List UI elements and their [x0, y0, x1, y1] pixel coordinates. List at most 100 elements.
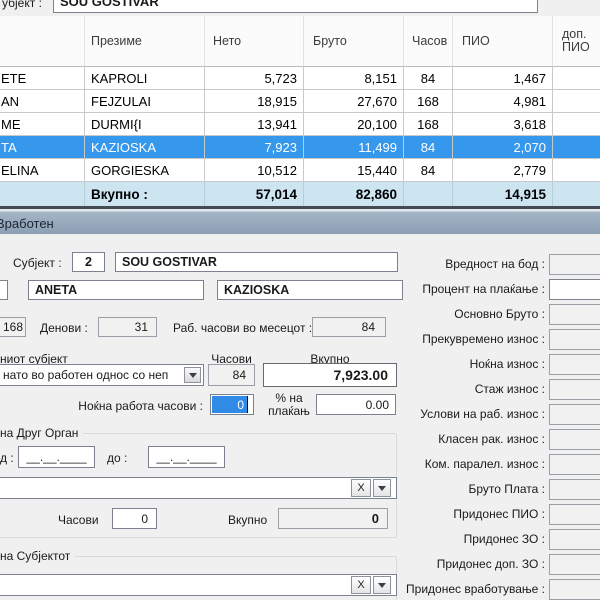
percent-pay-field[interactable]: 0.00 [316, 394, 396, 415]
right-field [549, 329, 600, 350]
right-label: Бруто Плата : [395, 482, 545, 496]
header-dop-pio[interactable]: доп. ПИО [553, 16, 600, 66]
header-hours[interactable]: Часов [404, 16, 453, 66]
cell-bruto: 20,100 [304, 113, 404, 135]
hours-168-field: 168 [0, 317, 26, 337]
table-row[interactable]: ME DURMI{I 13,941 20,100 168 3,618 [0, 113, 600, 136]
other-organ-group-title: на Друг Орган [0, 426, 83, 440]
cell-name: ETE [0, 67, 85, 89]
other-hours-input[interactable]: 0 [112, 508, 157, 529]
subject-label: Субјект : [13, 256, 62, 270]
work-relation-combobox[interactable]: нато во работен однос со неп [0, 364, 204, 386]
cell-pio: 4,981 [453, 90, 553, 112]
other-total-label: Вкупно [228, 513, 267, 527]
subject-name-field[interactable]: SOU GOSTIVAR [115, 252, 398, 272]
field-fragment [0, 280, 8, 300]
other-hours-label: Часови [58, 513, 99, 527]
right-field [549, 254, 600, 275]
date-to-input[interactable]: __.__.____ [148, 446, 225, 468]
right-field [549, 379, 600, 400]
cell-neto: 5,723 [205, 67, 304, 89]
total-bruto: 82,860 [304, 182, 404, 206]
dropdown-button[interactable] [373, 479, 391, 497]
days-label: Денови : [40, 321, 88, 335]
cell-dop-pio [553, 136, 600, 158]
date-from-input[interactable]: __.__.____ [18, 446, 95, 468]
table-row-selected[interactable]: TA KAZIOSKA 7,923 11,499 84 2,070 [0, 136, 600, 159]
cell-neto: 7,923 [205, 136, 304, 158]
payroll-app-window: убјект : SOU GOSTIVAR Презиме Нето Бруто… [0, 0, 600, 600]
cell-neto: 10,512 [205, 159, 304, 181]
percent-pay-label: % на плаќањ [262, 392, 316, 418]
right-label: Класен рак. износ : [395, 432, 545, 446]
right-field [549, 554, 600, 575]
table-row[interactable]: ETE KAPROLI 5,723 8,151 84 1,467 [0, 67, 600, 90]
cell-surname: FEJZULAI [85, 90, 205, 112]
table-header-row: Презиме Нето Бруто Часов ПИО доп. ПИО [0, 16, 600, 67]
subject-label-cropped: убјект : [2, 0, 42, 10]
last-name-field[interactable]: KAZIOSKA [217, 280, 403, 300]
cell-dop-pio [553, 113, 600, 135]
cell-hours: 84 [404, 67, 453, 89]
cell-hours: 168 [404, 113, 453, 135]
right-label: Услови на раб. износ : [395, 407, 545, 421]
chevron-down-icon[interactable] [184, 367, 201, 383]
header-pio[interactable]: ПИО [453, 16, 553, 66]
dropdown-button[interactable] [373, 576, 391, 594]
right-field [549, 504, 600, 525]
subject-combobox[interactable] [0, 574, 397, 596]
other-organ-combobox[interactable] [0, 477, 397, 499]
cell-bruto: 15,440 [304, 159, 404, 181]
cell-bruto: 27,670 [304, 90, 404, 112]
month-hours-field: 84 [312, 317, 386, 337]
right-field [549, 429, 600, 450]
right-field [549, 454, 600, 475]
right-field [549, 354, 600, 375]
table-row[interactable]: ELINA GORGIESKA 10,512 15,440 84 2,779 [0, 159, 600, 182]
header-bruto[interactable]: Бруто [304, 16, 404, 66]
total-dop-pio [553, 182, 600, 206]
right-label: Ноќна износ : [395, 357, 545, 371]
right-label: Придонес вработување : [395, 582, 545, 596]
days-field: 31 [98, 317, 157, 337]
cell-dop-pio [553, 159, 600, 181]
cell-pio: 1,467 [453, 67, 553, 89]
cell-surname: GORGIESKA [85, 159, 205, 181]
right-field [549, 579, 600, 600]
total-pio: 14,915 [453, 182, 553, 206]
right-label: Стаж износ : [395, 382, 545, 396]
cell-bruto: 11,499 [304, 136, 404, 158]
cell-dop-pio [553, 90, 600, 112]
percent-pay-label-line2: плаќањ [262, 405, 316, 418]
percent-pay-right-input[interactable] [549, 279, 600, 300]
subject-code-field[interactable]: 2 [72, 252, 105, 272]
table-row[interactable]: AN FEJZULAI 18,915 27,670 168 4,981 [0, 90, 600, 113]
header-surname[interactable]: Презиме [85, 16, 205, 66]
night-hours-input[interactable]: 0 [210, 394, 254, 415]
relation-total-field[interactable]: 7,923.00 [263, 363, 397, 387]
clear-button[interactable]: X [351, 576, 371, 594]
right-field [549, 404, 600, 425]
total-label: Вкупно : [85, 182, 205, 206]
subject-name-field-top[interactable]: SOU GOSTIVAR [53, 0, 538, 13]
work-relation-value: нато во работен однос со неп [3, 368, 168, 382]
header-neto[interactable]: Нето [205, 16, 304, 66]
cell-name: ELINA [0, 159, 85, 181]
subject-name-value: SOU GOSTIVAR [60, 0, 159, 9]
header-name[interactable] [0, 16, 85, 66]
month-hours-label: Раб. часови во месецот : [173, 321, 312, 335]
cell-hours: 84 [404, 136, 453, 158]
header-dop-line2: ПИО [562, 41, 590, 54]
first-name-field[interactable]: ANETA [28, 280, 204, 300]
total-empty [0, 182, 85, 206]
table-total-row: Вкупно : 57,014 82,860 14,915 [0, 182, 600, 206]
relation-hours-field: 84 [208, 364, 255, 386]
cell-pio: 2,070 [453, 136, 553, 158]
clear-button[interactable]: X [351, 479, 371, 497]
right-field [549, 479, 600, 500]
cell-name: AN [0, 90, 85, 112]
right-field [549, 529, 600, 550]
cell-surname: KAPROLI [85, 67, 205, 89]
window-titlebar[interactable]: Вработен [0, 211, 600, 234]
cell-neto: 13,941 [205, 113, 304, 135]
